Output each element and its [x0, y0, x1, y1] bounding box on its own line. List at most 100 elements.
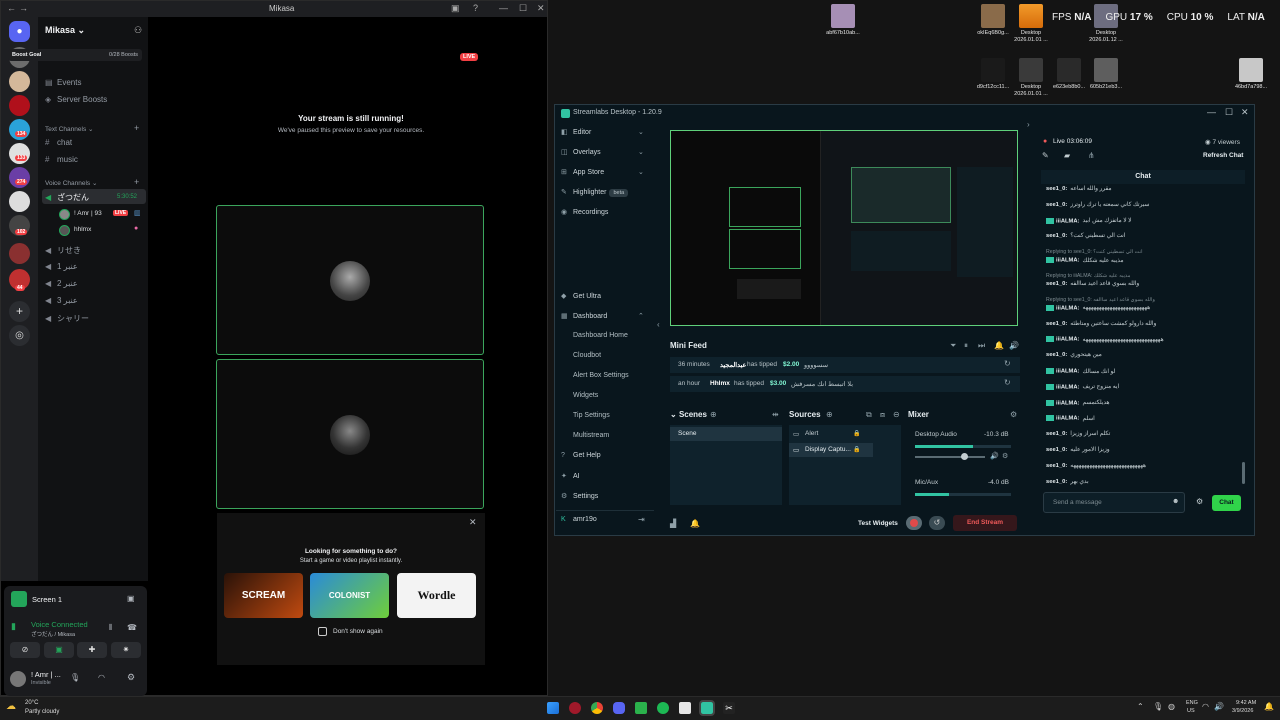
- nav-settings[interactable]: ⚙ Settings: [561, 492, 598, 500]
- desktop-icon[interactable]: 46bd7a798...: [1222, 58, 1280, 91]
- stream-icon[interactable]: ▥: [134, 209, 141, 217]
- dont-show-checkbox[interactable]: [318, 627, 327, 636]
- forward-arrow-icon[interactable]: →: [19, 3, 28, 13]
- inbox-icon[interactable]: ▣: [451, 3, 460, 14]
- chevron-down-icon[interactable]: ⌄: [638, 148, 644, 156]
- server-icon[interactable]: [9, 71, 30, 92]
- chat-username[interactable]: see1_0:: [1046, 202, 1067, 208]
- close-icon[interactable]: ✕: [469, 517, 477, 528]
- avatar[interactable]: [10, 671, 26, 687]
- chat-username[interactable]: iiiALMA:: [1056, 369, 1080, 375]
- nav-get-ultra[interactable]: ◆ Get Ultra: [561, 292, 601, 300]
- voice-member-name[interactable]: hhlmx: [74, 226, 91, 233]
- stream-preview[interactable]: [670, 130, 1018, 326]
- region-indicator[interactable]: US: [1187, 708, 1195, 714]
- weather-desc[interactable]: Partly cloudy: [25, 709, 59, 715]
- chat-username[interactable]: see1_0:: [1046, 479, 1067, 485]
- chevron-up-icon[interactable]: ⌃: [1137, 702, 1144, 711]
- nav-multistream[interactable]: Multistream: [573, 432, 609, 439]
- chat-input[interactable]: Send a message ☻: [1043, 492, 1185, 513]
- record-button[interactable]: [906, 516, 922, 530]
- desktop-icon[interactable]: abf67b10ab...: [814, 4, 872, 37]
- source-options-icon[interactable]: ⧉: [866, 410, 872, 420]
- server-name[interactable]: Mikasa ⌄: [45, 25, 85, 36]
- nav-cloudbot[interactable]: Cloudbot: [573, 352, 601, 359]
- edit-icon[interactable]: ✎: [1042, 151, 1049, 160]
- chat-username[interactable]: see1_0:: [1046, 186, 1067, 192]
- nav-recordings[interactable]: ◉ Recordings: [561, 208, 608, 216]
- clock-time[interactable]: 9:42 AM: [1236, 700, 1256, 706]
- nav-alert-box-settings[interactable]: Alert Box Settings: [573, 372, 629, 379]
- end-stream-button[interactable]: End Stream: [953, 515, 1017, 531]
- chevron-down-icon[interactable]: ⌄: [638, 128, 644, 136]
- chat-username[interactable]: iiiALMA:: [1056, 384, 1080, 390]
- scene-transition-icon[interactable]: ⇹: [772, 410, 779, 419]
- source-folder-icon[interactable]: ⧈: [880, 410, 885, 420]
- chat-username[interactable]: see1_0:: [1046, 281, 1067, 287]
- events-item[interactable]: ▤ Events: [45, 78, 81, 87]
- chat-scrollbar[interactable]: [1242, 462, 1245, 484]
- voice-channels-category[interactable]: Voice Channels ⌄: [45, 179, 97, 187]
- capcut-icon[interactable]: ✂: [723, 702, 735, 714]
- voice-channel[interactable]: ◀ عنبر 3: [45, 296, 78, 305]
- server-icon[interactable]: [9, 191, 30, 212]
- nav-editor[interactable]: ◧ Editor: [561, 128, 591, 136]
- close-icon[interactable]: ✕: [1241, 107, 1249, 118]
- chevron-right-icon[interactable]: ›: [1027, 120, 1030, 129]
- notification-icon[interactable]: 🔔: [690, 519, 700, 528]
- boost-goal[interactable]: Boost Goal 0/28 Boosts: [8, 49, 142, 61]
- chat-username[interactable]: see1_0:: [1046, 447, 1067, 453]
- lock-icon[interactable]: 🔒: [853, 430, 860, 437]
- lock-icon[interactable]: 🔒: [853, 446, 860, 453]
- voice-connected-label[interactable]: Voice Connected: [31, 620, 88, 629]
- add-source-icon[interactable]: ⊕: [826, 410, 833, 419]
- participant-tile[interactable]: [216, 205, 484, 355]
- app-icon[interactable]: [679, 702, 691, 714]
- participant-tile[interactable]: [216, 359, 484, 509]
- logout-icon[interactable]: ⇥: [638, 515, 645, 524]
- voice-channel[interactable]: ◀ عنبر 2: [45, 279, 78, 288]
- source-item[interactable]: ▭ Display Captu... 🔒: [789, 443, 873, 457]
- pause-icon[interactable]: ⏸: [964, 341, 968, 351]
- add-channel-icon[interactable]: +: [134, 123, 139, 133]
- help-icon[interactable]: ?: [473, 3, 478, 13]
- chat-username[interactable]: iiiALMA:: [1056, 416, 1080, 422]
- replay-buffer-button[interactable]: ↺: [929, 516, 945, 530]
- game-card-colonist[interactable]: COLONIST: [310, 573, 389, 618]
- nav-widgets[interactable]: Widgets: [573, 392, 598, 399]
- nav-ai[interactable]: ✦ AI: [561, 472, 580, 480]
- speaker-icon[interactable]: 🔊: [1214, 702, 1224, 711]
- chevron-down-icon[interactable]: ⌄: [638, 168, 644, 176]
- discord-home-icon[interactable]: ●: [9, 21, 30, 42]
- nav-overlays[interactable]: ◫ Overlays: [561, 148, 601, 156]
- noise-suppression-icon[interactable]: ⫴: [109, 623, 112, 633]
- screen-share-button[interactable]: ▣: [44, 642, 74, 658]
- nav-tip-settings[interactable]: Tip Settings: [573, 412, 610, 419]
- bell-icon[interactable]: 🔔: [994, 341, 1004, 350]
- test-widgets-button[interactable]: Test Widgets: [858, 520, 898, 527]
- weather-temp[interactable]: 20°C: [25, 700, 38, 706]
- back-arrow-icon[interactable]: ←: [7, 3, 16, 13]
- voice-channel[interactable]: ◀ シャリー: [45, 313, 89, 324]
- maximize-icon[interactable]: ☐: [519, 3, 527, 14]
- account-item[interactable]: Kamr19o: [561, 516, 597, 523]
- server-icon[interactable]: [9, 95, 30, 116]
- gear-icon[interactable]: ⚙: [127, 672, 135, 683]
- language-indicator[interactable]: ENG: [1186, 700, 1198, 706]
- channel-music[interactable]: # music: [45, 155, 78, 164]
- chat-send-button[interactable]: Chat: [1212, 495, 1241, 511]
- replay-icon[interactable]: ↻: [1004, 359, 1011, 368]
- volume-slider[interactable]: [915, 453, 985, 460]
- chevron-left-icon[interactable]: ‹: [657, 320, 660, 329]
- nav-get-help[interactable]: ? Get Help: [561, 452, 601, 459]
- chat-username[interactable]: iiiALMA:: [1056, 400, 1080, 406]
- remove-source-icon[interactable]: ⊖: [893, 410, 900, 419]
- volume-icon[interactable]: 🔊: [990, 452, 999, 460]
- start-icon[interactable]: [547, 702, 559, 714]
- chat-username[interactable]: see1_0:: [1046, 233, 1067, 239]
- steam-icon[interactable]: ◍: [1168, 702, 1175, 711]
- server-icon[interactable]: [9, 243, 30, 264]
- chat-username[interactable]: iiiALMA:: [1056, 305, 1080, 311]
- scene-item[interactable]: Scene: [670, 427, 782, 441]
- microphone-icon[interactable]: 🎙: [70, 673, 80, 682]
